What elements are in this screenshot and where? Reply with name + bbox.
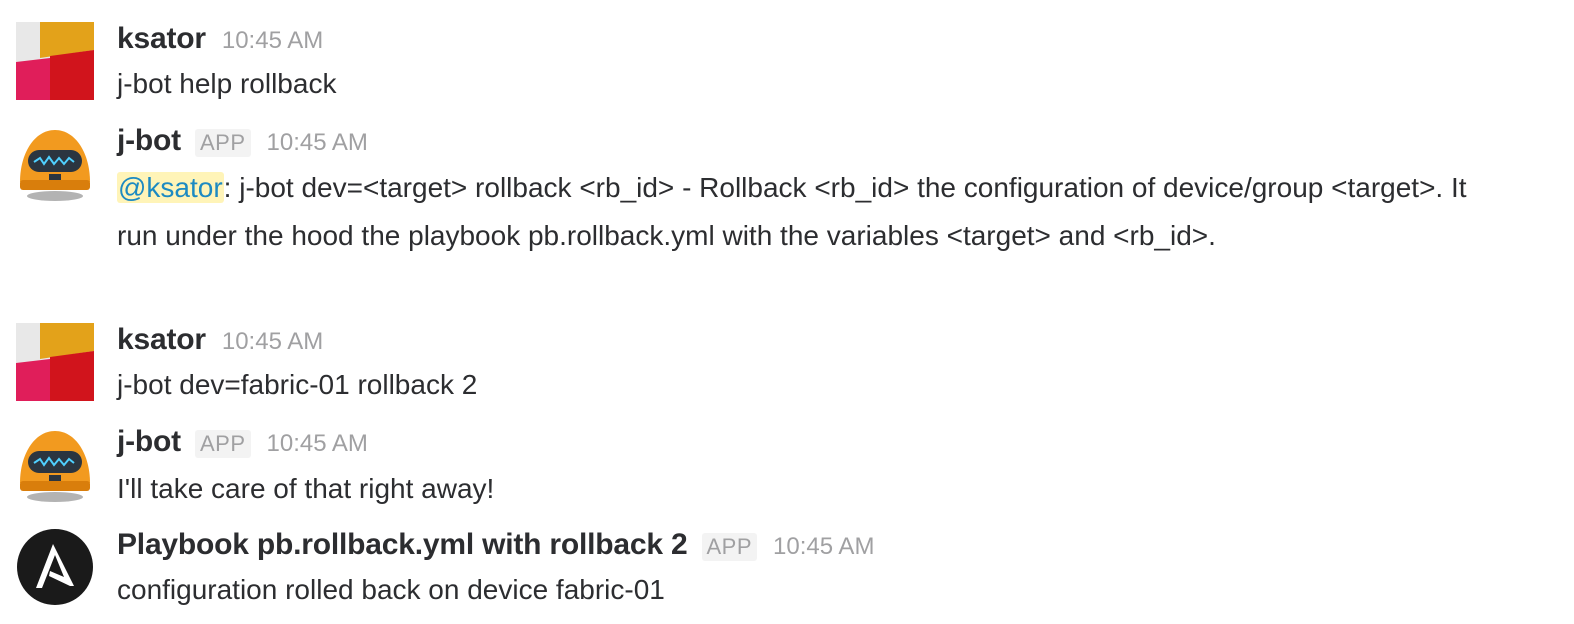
- user-mention[interactable]: @ksator: [117, 172, 224, 203]
- jbot-avatar[interactable]: [16, 425, 94, 503]
- robot-icon: [20, 431, 90, 502]
- message-text: I'll take care of that right away!: [117, 473, 495, 504]
- jbot-avatar[interactable]: [16, 124, 94, 202]
- colorful-block-avatar-icon: [16, 323, 94, 401]
- message-text: @ksator: j-bot dev=<target> rollback <rb…: [117, 164, 1477, 260]
- timestamp[interactable]: 10:45 AM: [222, 328, 323, 356]
- timestamp[interactable]: 10:45 AM: [773, 533, 874, 561]
- ksator-avatar[interactable]: [16, 323, 94, 401]
- app-badge: APP: [194, 430, 251, 458]
- robot-icon: [20, 130, 90, 201]
- author-name[interactable]: j-bot: [117, 124, 181, 158]
- ansible-avatar[interactable]: [16, 528, 94, 606]
- colorful-block-avatar-icon: [16, 22, 94, 100]
- author-name[interactable]: ksator: [117, 323, 206, 357]
- author-name[interactable]: Playbook pb.rollback.yml with rollback 2: [117, 528, 688, 562]
- timestamp[interactable]: 10:45 AM: [267, 129, 368, 157]
- ansible-logo-icon: [17, 529, 93, 605]
- author-name[interactable]: ksator: [117, 22, 206, 56]
- message-text: configuration rolled back on device fabr…: [117, 574, 665, 605]
- message-text: j-bot dev=fabric-01 rollback 2: [117, 369, 478, 400]
- ksator-avatar[interactable]: [16, 22, 94, 100]
- app-badge: APP: [194, 129, 251, 157]
- timestamp[interactable]: 10:45 AM: [267, 430, 368, 458]
- author-name[interactable]: j-bot: [117, 425, 181, 459]
- message-text-body: : j-bot dev=<target> rollback <rb_id> - …: [117, 172, 1467, 251]
- app-badge: APP: [701, 533, 758, 561]
- message-text: j-bot help rollback: [117, 68, 337, 99]
- timestamp[interactable]: 10:45 AM: [222, 27, 323, 55]
